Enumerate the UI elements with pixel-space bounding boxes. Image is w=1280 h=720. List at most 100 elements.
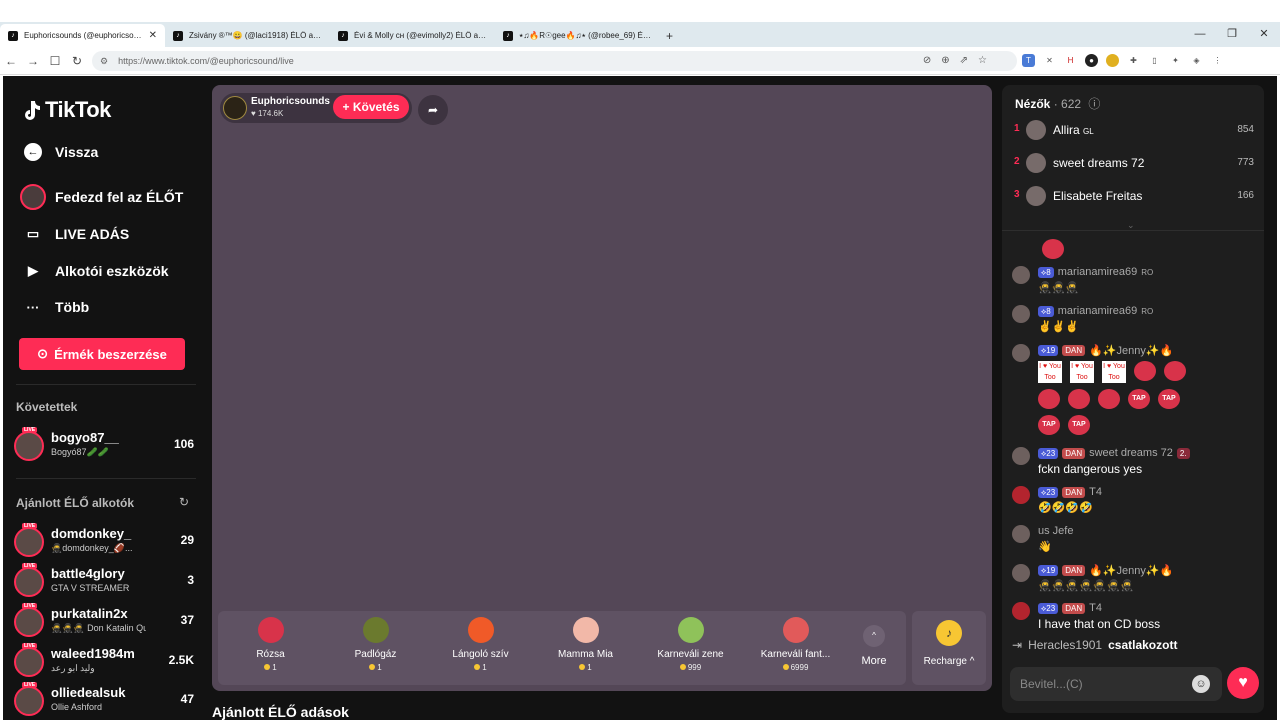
extensions-icon[interactable]: ✦ [1169,54,1182,67]
help-icon[interactable]: ⓘ [1088,97,1100,111]
tiktok-coin-icon: ♪ [936,620,962,646]
tiktok-favicon-icon: ♪ [503,30,513,41]
gift-price-value: 999 [687,663,702,672]
gift-price-value: 6999 [790,663,809,672]
avatar[interactable] [1012,525,1030,543]
refresh-icon[interactable]: ↻ [179,495,189,509]
avatar [14,527,44,557]
avatar[interactable] [1012,564,1030,582]
tab-zsivany[interactable]: ♪ Zsivány ®™😀 (@laci1918) ÉLŐ adás... [165,24,330,47]
shield-icon[interactable]: ◈ [1190,54,1203,67]
x-extension-icon[interactable]: ✕ [1043,54,1056,67]
favorite-star-icon[interactable]: ☆ [978,55,987,66]
translate-icon[interactable]: T [1022,54,1035,67]
viewer-name-text: Allira [1053,123,1080,137]
more-gifts-button[interactable]: ^ More [854,625,894,667]
rank: 3 [1014,189,1020,200]
menu-icon[interactable]: ⋮ [1211,54,1224,67]
no-camera-icon[interactable]: ⊘ [923,55,931,66]
extension-icon[interactable]: ● [1085,54,1098,67]
viewer-score: 773 [1237,157,1254,168]
share-icon[interactable]: ⇗ [960,55,968,66]
top-viewer[interactable]: 3 Elisabete Freitas 166 [1014,185,1254,209]
reload-icon[interactable]: ↻ [66,54,88,68]
viewer-count: 29 [180,533,194,547]
gift-name: Rózsa [256,649,285,660]
username[interactable]: T4 [1089,486,1102,498]
close-tab-icon[interactable]: ✕ [149,30,157,41]
avatar[interactable] [1012,602,1030,620]
tiktok-logo[interactable]: TikTok [21,97,111,123]
live-badge: LIVE [22,603,38,609]
explore-live-link[interactable]: Fedezd fel az ÉLŐT [19,183,183,211]
suggested-live-title: Ajánlott ÉLŐ adások [212,704,349,720]
like-heart-icon[interactable]: ♥ [1227,667,1259,699]
back-arrow-icon[interactable]: ← [0,54,22,68]
tab-evimolly[interactable]: ♪ Évi & Molly ᴄʜ (@evimolly2) ÉLŐ adá... [330,24,495,47]
viewer-name: Allira GL [1053,123,1094,137]
puzzle-icon[interactable]: ✚ [1127,54,1140,67]
top-viewer[interactable]: 2 sweet dreams 72 773 [1014,152,1254,176]
username[interactable]: T4 [1089,602,1102,614]
username[interactable]: marianamirea69 [1058,266,1137,278]
avatar[interactable] [1012,486,1030,504]
more-link[interactable]: ··· Több [19,293,90,321]
following-account[interactable]: LIVE bogyo87__ Bogyó87🥒🥒 106 [14,427,194,464]
creator-tools-link[interactable]: ▶ Alkotói eszközök [19,257,169,285]
recommended-account[interactable]: LIVE waleed1984m وليد ابو رعد 2.5K [14,643,194,680]
recommended-account[interactable]: LIVE battle4glory GTA V STREAMER 3 [14,563,194,600]
sidebar-icon[interactable]: ▯ [1148,54,1161,67]
joined-username[interactable]: Heracles1901 [1028,638,1102,652]
recommended-account[interactable]: LIVE purkatalin2x 🥷🥷🥷 Don Katalin Qu... … [14,603,194,640]
live-link[interactable]: ▭ LIVE ADÁS [19,220,129,248]
minimize-button[interactable]: — [1184,22,1216,47]
new-tab-button[interactable]: + [660,24,679,47]
sticker-text: I ♥ You Too [1103,363,1125,381]
username[interactable]: sweet dreams 72 [1089,447,1173,459]
avatar[interactable] [1012,447,1030,465]
url-field[interactable]: ⚙ https://www.tiktok.com/@euphoricsound/… [92,51,1017,71]
username[interactable]: 🔥✨Jenny✨🔥 [1089,344,1173,357]
gift-item-carnival-fantasy[interactable]: Karneváli fant... 6999 [743,617,848,681]
live-video-stage[interactable]: Euphoricsounds ♥ 174.6K + Követés ➦ Rózs… [212,85,992,691]
tab-title: Zsivány ®™😀 (@laci1918) ÉLŐ adás... [189,31,322,40]
extension-icon[interactable] [1106,54,1119,67]
bookmark-icon[interactable]: ☐ [44,54,66,68]
forward-arrow-icon[interactable]: → [22,54,44,68]
username[interactable]: us Jefe [1038,525,1073,537]
avatar[interactable] [1012,266,1030,284]
username[interactable]: marianamirea69 [1058,305,1137,317]
username[interactable]: 🔥✨Jenny✨🔥 [1089,564,1173,577]
share-arrow-icon[interactable]: ➦ [418,95,448,125]
heart-sticker-icon [1164,361,1186,381]
viewers-header[interactable]: Nézők · 622 ⓘ [1015,95,1100,112]
get-coins-button[interactable]: ⊙ Érmék beszerzése [19,338,185,370]
gift-item-rose[interactable]: Rózsa 1 [218,617,323,681]
hls-icon[interactable]: H [1064,54,1077,67]
close-window-button[interactable]: ✕ [1248,22,1280,47]
account-name: waleed1984m [51,646,135,661]
chevron-up-icon: ^ [863,625,885,647]
gift-item-mamma-mia[interactable]: Mamma Mia 1 [533,617,638,681]
maximize-button[interactable]: ❐ [1216,22,1248,47]
follow-button[interactable]: + Követés [333,95,409,119]
back-link[interactable]: ← Vissza [19,138,98,166]
site-info-icon[interactable]: ⚙ [100,56,108,67]
recharge-button[interactable]: ♪ Recharge ^ [912,611,986,685]
zoom-icon[interactable]: ⊕ [941,55,949,66]
avatar[interactable] [1012,344,1030,362]
rank: 2 [1014,156,1020,167]
chat-input[interactable]: Bevitel...(C) [1010,667,1222,701]
gift-item-carnival-music[interactable]: Karneváli zene 999 [638,617,743,681]
emoji-icon[interactable]: ☺ [1192,675,1210,693]
gift-item-flaming-heart[interactable]: Lángoló szív 1 [428,617,533,681]
avatar[interactable] [1012,305,1030,323]
avatar [14,567,44,597]
tab-robee[interactable]: ♪ ⭑♫🔥R☉gee🔥♫⭑ (@robee_69) ÉLŐ ... [495,24,660,47]
gift-item-padlogaz[interactable]: Padlógáz 1 [323,617,428,681]
recommended-account[interactable]: LIVE domdonkey_ 🥷domdonkey_🏈... 29 [14,523,194,560]
top-viewer[interactable]: 1 Allira GL 854 [1014,119,1254,143]
tab-euphoricsounds[interactable]: ♪ Euphoricsounds (@euphoricsoun... ✕ [0,24,165,47]
avatar [1026,186,1046,206]
recommended-account[interactable]: LIVE olliedealsuk Ollie Ashford 47 [14,682,194,719]
